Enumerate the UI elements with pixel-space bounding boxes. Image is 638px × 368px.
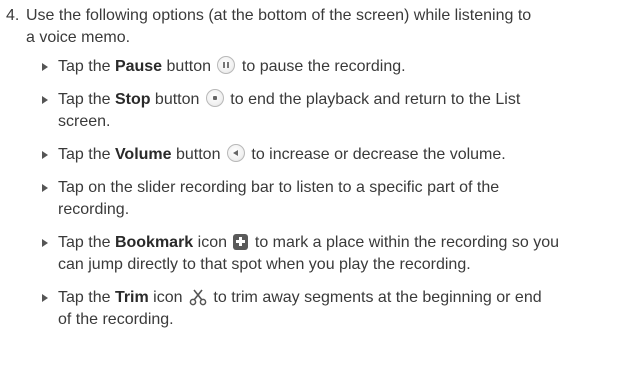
list-item-stop: Tap the Stop button to end the playback … [42, 89, 634, 133]
bullet-text-line-2: recording. [58, 201, 130, 218]
bullet-text: to increase or decrease the volume. [246, 146, 506, 163]
scissors-icon [189, 289, 207, 306]
bullet-text: to mark a place within the recording so … [250, 234, 560, 251]
bullet-text: icon [148, 289, 187, 306]
bullet-text-line-2: of the recording. [58, 311, 174, 328]
option-list: Tap the Pause button to pause the record… [42, 56, 634, 331]
step-line-1: Use the following options (at the bottom… [26, 7, 532, 24]
step-number: 4. [6, 7, 20, 24]
bullet-arrow-icon [42, 294, 48, 302]
bullet-arrow-icon [42, 96, 48, 104]
bullet-arrow-icon [42, 63, 48, 71]
bookmark-label: Bookmark [114, 234, 194, 251]
stop-label: Stop [114, 91, 151, 108]
list-item-volume: Tap the Volume button to increase or dec… [42, 144, 634, 166]
list-item-bookmark: Tap the Bookmark icon to mark a place wi… [42, 232, 634, 276]
bullet-text: Tap the [58, 58, 115, 75]
bullet-text: to end the playback and return to the Li… [225, 91, 521, 108]
bookmark-icon [233, 234, 249, 250]
bullet-text: to pause the recording. [237, 58, 406, 75]
stop-icon [205, 89, 224, 107]
volume-label: Volume [114, 146, 172, 163]
pause-icon [217, 56, 236, 74]
bullet-text: Tap the [58, 289, 115, 306]
step-line-2: a voice memo. [26, 29, 131, 46]
bullet-text: Tap the [58, 146, 115, 163]
list-item-slider: Tap on the slider recording bar to liste… [42, 177, 634, 221]
bullet-text-line-2: screen. [58, 113, 111, 130]
pause-label: Pause [114, 58, 163, 75]
bullet-text-line-2: can jump directly to that spot when you … [58, 256, 471, 273]
bullet-text: button [162, 58, 216, 75]
trim-label: Trim [114, 289, 149, 306]
bullet-text: button [171, 146, 225, 163]
bullet-text: Tap on the slider recording bar to liste… [58, 179, 500, 196]
bullet-arrow-icon [42, 151, 48, 159]
bullet-arrow-icon [42, 184, 48, 192]
step-4: 4. Use the following options (at the bot… [6, 5, 634, 49]
list-item-trim: Tap the Trim icon to trim away segments … [42, 287, 634, 331]
bullet-text: button [150, 91, 204, 108]
bullet-text: Tap the [58, 234, 115, 251]
bullet-text: Tap the [58, 91, 115, 108]
volume-icon [226, 144, 245, 162]
bullet-arrow-icon [42, 239, 48, 247]
list-item-pause: Tap the Pause button to pause the record… [42, 56, 634, 78]
bullet-text: icon [193, 234, 232, 251]
step-text: 4. Use the following options (at the bot… [6, 5, 634, 49]
bullet-text: to trim away segments at the beginning o… [208, 289, 542, 306]
